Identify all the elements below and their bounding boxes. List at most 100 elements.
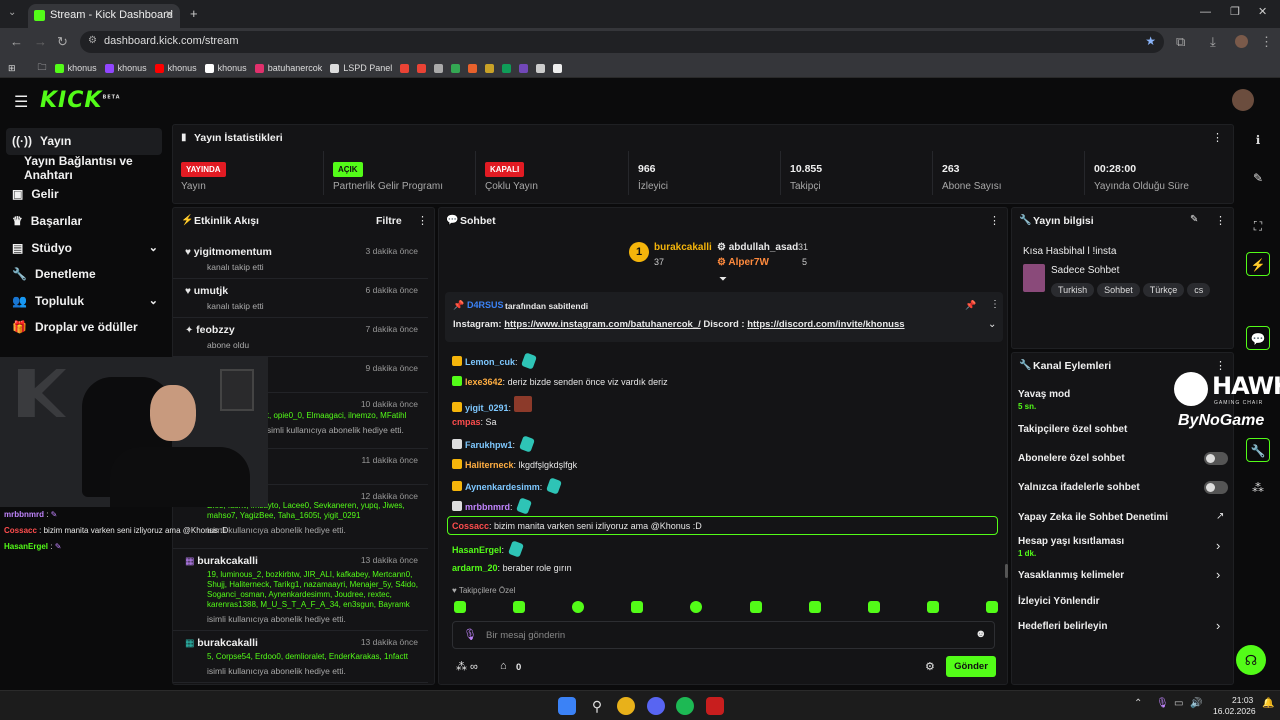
- emote-icon[interactable]: [808, 601, 821, 613]
- bookmark-lspd-panel[interactable]: LSPD Panel: [330, 63, 392, 73]
- network-icon[interactable]: ▭: [1174, 698, 1183, 709]
- maximize-icon[interactable]: ❐: [1230, 5, 1240, 18]
- docs-icon[interactable]: [434, 63, 444, 73]
- chat-message[interactable]: lexe3642: deriz bizde senden önce viz va…: [452, 376, 668, 387]
- start-icon[interactable]: [558, 697, 576, 715]
- chevron-down-icon[interactable]: ⌄: [988, 319, 996, 330]
- app-icon[interactable]: [706, 697, 724, 715]
- leader-3[interactable]: ⚙ Alper7W: [717, 257, 769, 268]
- chat-bubble-icon[interactable]: 💬: [1246, 326, 1270, 350]
- community-icon[interactable]: ⁂: [1246, 476, 1270, 500]
- gmail-icon[interactable]: [400, 63, 410, 73]
- discord-link[interactable]: https://discord.com/invite/khonuss: [747, 319, 904, 330]
- leader-name[interactable]: burakcakalli: [654, 242, 712, 253]
- extension-icon[interactable]: [485, 63, 495, 73]
- chevron-right-icon[interactable]: ›: [1216, 538, 1220, 553]
- bookmark-star-icon[interactable]: ★: [1145, 34, 1156, 48]
- extension-icon[interactable]: [536, 63, 546, 73]
- tag[interactable]: Sohbet: [1097, 283, 1140, 297]
- chevron-down-icon[interactable]: ⌄: [149, 241, 158, 254]
- user-avatar[interactable]: [1232, 89, 1254, 111]
- chevron-right-icon[interactable]: ›: [1216, 618, 1220, 633]
- bookmark-khonus-x[interactable]: khonus: [204, 63, 247, 73]
- tag[interactable]: Turkish: [1051, 283, 1095, 297]
- instagram-link[interactable]: https://www.instagram.com/batuhanercok_/: [504, 319, 701, 330]
- chat-message[interactable]: Lemon_cuk:: [452, 352, 538, 370]
- menu-dots-icon[interactable]: ⋮: [1260, 34, 1273, 50]
- close-window-icon[interactable]: ✕: [1258, 5, 1267, 18]
- screen-capture-icon[interactable]: ⛶: [1246, 214, 1270, 238]
- stat-card-partner[interactable]: AÇIK Partnerlik Gelir Programı: [325, 148, 477, 198]
- profile-avatar[interactable]: [1235, 35, 1248, 48]
- emote-icon[interactable]: [926, 601, 939, 613]
- more-options-icon[interactable]: ⋮: [417, 214, 428, 227]
- notification-bell-icon[interactable]: 🔔: [1262, 698, 1274, 709]
- unpin-icon[interactable]: 📌: [965, 300, 976, 311]
- action-slow-mode[interactable]: Yavaş mod 5 sn.: [1018, 389, 1070, 411]
- chat-message[interactable]: mrbbnmrd:: [452, 497, 533, 515]
- action-banned-words[interactable]: Yasaklanmış kelimeler: [1018, 570, 1124, 581]
- sidebar-item-studyo[interactable]: ▤ Stüdyo ⌄: [0, 234, 170, 261]
- tag[interactable]: cs: [1187, 283, 1211, 297]
- category-name[interactable]: Sadece Sohbet: [1051, 265, 1119, 276]
- back-icon[interactable]: ←: [10, 34, 23, 49]
- sidebar-item-yayin[interactable]: ((·)) Yayın: [6, 128, 162, 155]
- pinned-message[interactable]: 📌 D4RSUS tarafından sabitlendi 📌 ⋮ Insta…: [445, 292, 1003, 342]
- chat-message[interactable]: Aynenkardesimm:: [452, 477, 562, 495]
- list-item[interactable]: 6 dakika önce ♥ umutjk kanalı takip etti: [173, 279, 428, 318]
- info-icon[interactable]: ℹ: [1246, 128, 1270, 152]
- bookmark-khonus-youtube[interactable]: khonus: [154, 63, 197, 73]
- sidebar-item-gelir[interactable]: ▣ Gelir: [0, 181, 170, 208]
- emote-icon[interactable]: [867, 601, 880, 613]
- forward-icon[interactable]: →: [34, 34, 47, 49]
- chat-settings-icon[interactable]: ⚙: [925, 660, 935, 673]
- more-options-icon[interactable]: ⋮: [1215, 214, 1226, 227]
- tab-search-icon[interactable]: ⌄: [8, 7, 16, 18]
- clock-date[interactable]: 16.02.2026: [1213, 706, 1256, 716]
- external-link-icon[interactable]: ↗: [1216, 511, 1224, 522]
- clock-time[interactable]: 21:03: [1232, 695, 1253, 705]
- bookmark-khonus-twitch[interactable]: khonus: [104, 63, 147, 73]
- hamburger-menu-icon[interactable]: ☰: [14, 92, 28, 112]
- store-icon[interactable]: ⌂: [500, 660, 507, 672]
- chat-scrollbar[interactable]: [1005, 564, 1008, 578]
- wrench-icon[interactable]: 🔧: [1246, 438, 1270, 462]
- reload-icon[interactable]: ↻: [57, 34, 68, 50]
- new-tab-icon[interactable]: +: [190, 6, 198, 21]
- more-options-icon[interactable]: ⋮: [989, 214, 1000, 227]
- emote-icon[interactable]: [749, 601, 762, 613]
- mic-icon[interactable]: 🎙: [1156, 698, 1169, 709]
- emote-icon[interactable]: [985, 601, 998, 613]
- chat-message[interactable]: Cossacc: bizim manita varken seni izliyo…: [452, 521, 702, 531]
- extension-icon[interactable]: [468, 63, 478, 73]
- kick-logo[interactable]: KICKBETA: [40, 88, 121, 113]
- edit-pencil-icon[interactable]: ✎: [1190, 214, 1198, 225]
- volume-icon[interactable]: 🔊: [1190, 698, 1202, 709]
- category-thumbnail[interactable]: [1023, 264, 1045, 292]
- action-goals[interactable]: Hedefleri belirleyin: [1018, 621, 1107, 632]
- action-emote-only[interactable]: Yalnızca ifadelerle sohbet: [1018, 482, 1140, 493]
- chat-message[interactable]: Haliterneck: lkgdfşlgkdşlfgk: [452, 459, 577, 470]
- emote-icon[interactable]: [572, 601, 585, 613]
- download-icon[interactable]: ⤓: [1210, 34, 1216, 50]
- more-options-icon[interactable]: ⋮: [1212, 131, 1223, 144]
- emoji-icon[interactable]: ☻: [975, 628, 987, 640]
- chat-message[interactable]: yigit_0291:: [452, 396, 535, 413]
- gmail-icon[interactable]: [417, 63, 427, 73]
- send-button[interactable]: Gönder: [946, 656, 996, 677]
- sidebar-item-denetleme[interactable]: 🔧 Denetleme: [0, 261, 170, 288]
- action-followers-only[interactable]: Takipçilere özel sohbet: [1018, 424, 1127, 435]
- browser-tab[interactable]: Stream - Kick Dashboard ✕: [28, 4, 180, 28]
- chevron-down-icon[interactable]: ⌄: [149, 294, 158, 307]
- list-item[interactable]: 7 dakika önce ✦ feobzzy abone oldu: [173, 318, 428, 357]
- search-icon[interactable]: ⚲: [588, 697, 606, 715]
- chevron-right-icon[interactable]: ›: [1216, 567, 1220, 582]
- action-raid[interactable]: İzleyici Yönlendir: [1018, 596, 1100, 607]
- emote-icon[interactable]: [631, 601, 644, 613]
- list-item[interactable]: 13 dakika önce ▦ burakcakalli 5, Corpse54,…: [173, 631, 428, 683]
- apps-icon[interactable]: ⊞: [8, 63, 16, 74]
- list-item[interactable]: 13 dakika önce ▦ burakcakalli 19, luminous…: [173, 549, 428, 631]
- forms-icon[interactable]: [519, 63, 529, 73]
- chat-input[interactable]: 🎙 Bir mesaj gönderin ☻: [452, 621, 995, 649]
- extensions-icon[interactable]: ⧉: [1176, 34, 1185, 50]
